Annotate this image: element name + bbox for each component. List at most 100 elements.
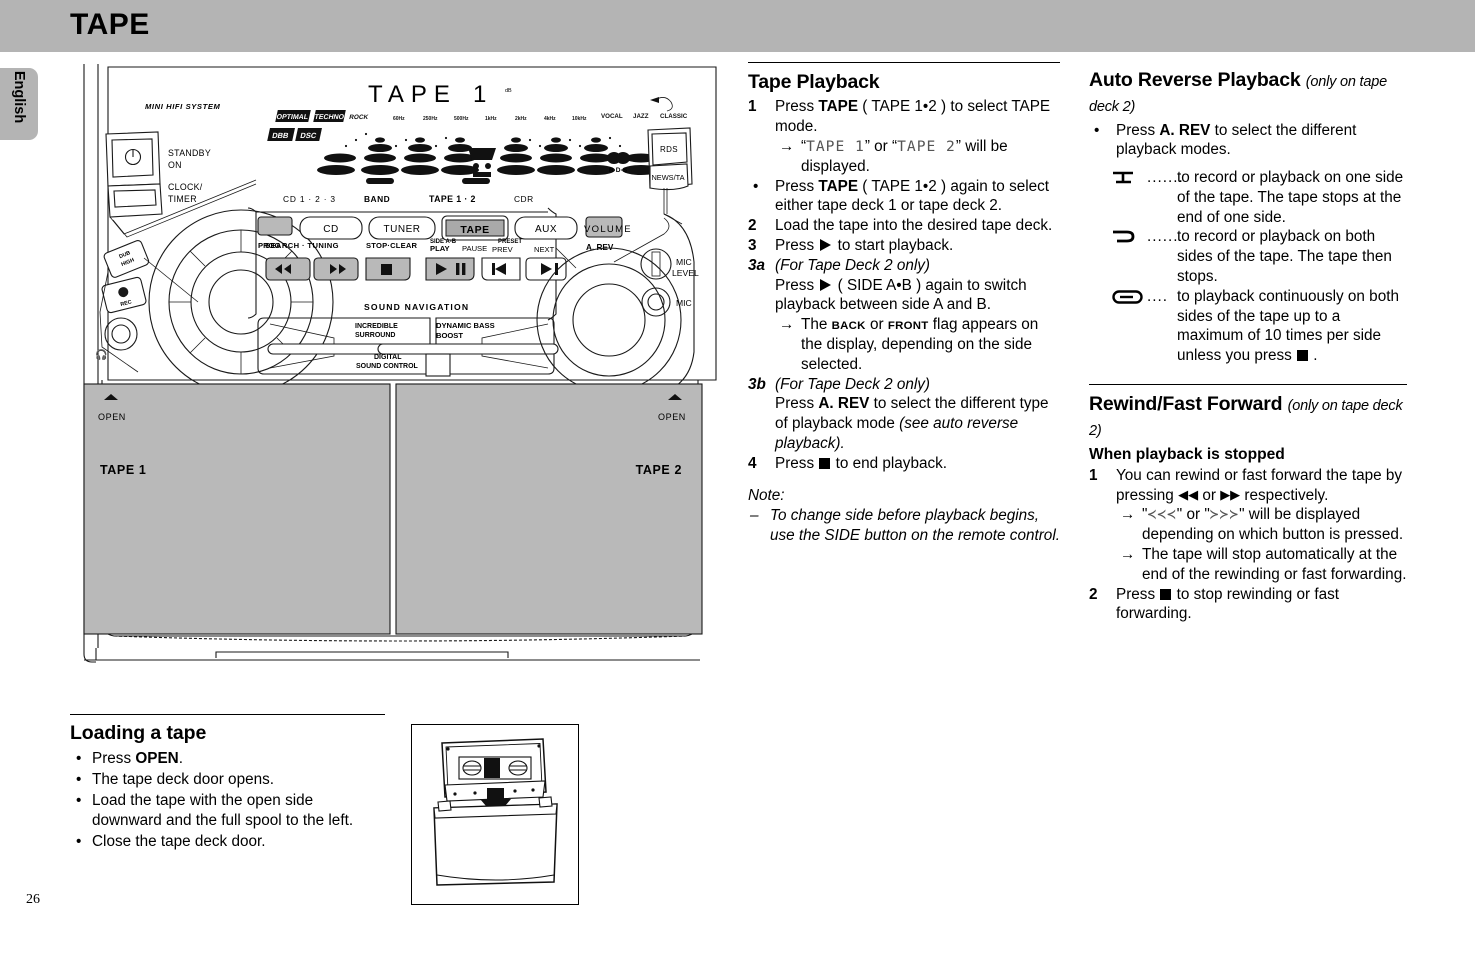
list-item: • Press OPEN. [70, 749, 385, 769]
step-text-pre: Press [1116, 121, 1160, 139]
lcd-display-text-2: TAPE 2 [897, 137, 956, 155]
stop-icon [1160, 588, 1172, 600]
svg-text:LEVEL: LEVEL [672, 268, 699, 278]
page-header-bar [0, 0, 1475, 52]
auto-reverse-title-main: Auto Reverse Playback [1089, 69, 1301, 91]
mode-text-pre: to playback continuously on both sides o… [1177, 287, 1399, 365]
item-text-pre: Press [92, 750, 136, 767]
step-text: Load the tape into the desired tape deck… [775, 217, 1053, 235]
svg-text:VOCAL: VOCAL [601, 113, 623, 120]
mode-text: to record or playback on both sides of t… [1177, 228, 1392, 286]
stop-icon [819, 457, 831, 469]
auto-reverse-mode-row: .... to playback continuously on both si… [1089, 287, 1407, 366]
rewind-subhead: When playback is stopped [1089, 445, 1285, 463]
stop-icon [1297, 350, 1309, 362]
svg-text:TAPE 2: TAPE 2 [636, 463, 682, 477]
play-icon [820, 238, 832, 251]
step-text-post: to start playback. [833, 236, 954, 254]
lcd-fast-forward-text: ≻≻≻ [1209, 506, 1240, 524]
language-tab: English [0, 68, 38, 140]
svg-text:MINI HIFI SYSTEM: MINI HIFI SYSTEM [145, 102, 220, 111]
svg-text:2kHz: 2kHz [515, 116, 527, 122]
step-1-result: → “TAPE 1” or “TAPE 2” will be displayed. [779, 137, 1060, 177]
step-3a-result: → The BACK or FRONT flag appears on the d… [779, 315, 1060, 374]
step-1-bullet: • Press TAPE ( TAPE 1•2 ) again to select… [748, 177, 1060, 217]
svg-text:ON: ON [168, 160, 182, 170]
step-marker: 1 [1089, 466, 1098, 484]
result-mid: or [865, 316, 888, 334]
auto-reverse-title: Auto Reverse Playback (only on tape deck… [1089, 68, 1407, 119]
loading-a-tape-section: Loading a tape • Press OPEN. • The tape de… [70, 714, 385, 852]
svg-text:PREV: PREV [492, 245, 514, 254]
note-block: Note: – To change side before playback be… [748, 486, 1060, 545]
step-3b-body: Press A. REV to select the different typ… [775, 394, 1060, 453]
bullet-icon: • [753, 177, 759, 195]
svg-text:60Hz: 60Hz [393, 116, 405, 122]
svg-text:CDR: CDR [514, 194, 534, 204]
rewind-steps: 1 You can rewind or fast forward the tape… [1089, 466, 1407, 624]
step-text-pre: Press [1116, 585, 1160, 603]
mid-text: ” or “ [864, 137, 898, 155]
step-text-bold: A. REV [818, 395, 870, 413]
svg-text:250Hz: 250Hz [423, 116, 438, 122]
section-divider [1089, 384, 1407, 386]
front-flag-label: FRONT [887, 320, 929, 333]
quote-2: " or " [1176, 506, 1210, 524]
bullet-icon: • [76, 791, 82, 809]
svg-text:4kHz: 4kHz [544, 116, 556, 122]
page-number: 26 [26, 892, 40, 907]
item-text-pre: The tape deck door opens. [92, 770, 274, 788]
svg-text:SOUND NAVIGATION: SOUND NAVIGATION [364, 302, 469, 312]
rewind-step-1-result-2: → The tape will stop automatically at the… [1120, 545, 1407, 585]
lcd-display-text-1: TAPE 1 [806, 137, 865, 155]
svg-text:500Hz: 500Hz [454, 116, 469, 122]
svg-text:INCREDIBLE: INCREDIBLE [355, 323, 398, 330]
mode-text: to record or playback on one side of the… [1177, 169, 1404, 226]
note-item: – To change side before playback begins, … [748, 506, 1060, 546]
back-flag-label: BACK [831, 320, 866, 333]
svg-text:TAPE 1 · 2: TAPE 1 · 2 [429, 194, 476, 204]
rewind-fast-forward-section: Rewind/Fast Forward (only on tape deck 2… [1089, 384, 1407, 624]
arrow-icon: → [1120, 506, 1136, 524]
page-title: TAPE [70, 8, 150, 41]
step-text-post: respectively. [1240, 486, 1329, 504]
bullet-icon: • [76, 770, 82, 788]
step-text-pre: Press [775, 454, 819, 472]
step-marker: 2 [748, 217, 757, 235]
list-item: • Load the tape with the open side downwa… [70, 791, 385, 831]
step-italic-head: (For Tape Deck 2 only) [775, 256, 931, 274]
svg-text:dB: dB [505, 88, 512, 94]
step-text-pre: Press [775, 276, 819, 294]
svg-text:TECHNO: TECHNO [314, 114, 345, 121]
bullet-icon: • [76, 832, 82, 850]
hifi-system-illustration: .ln{fill:none;stroke:#1a1a1a;stroke-widt… [78, 62, 723, 667]
svg-text:1: 1 [473, 81, 486, 108]
svg-text:CD: CD [323, 224, 338, 235]
step-marker: 4 [748, 454, 757, 472]
step-3a: 3a (For Tape Deck 2 only) Press ( SIDE A•… [748, 256, 1060, 375]
step-text-mid: or [1198, 486, 1221, 504]
leader-dots: ....... [1147, 169, 1184, 187]
svg-text:STANDBY: STANDBY [168, 148, 211, 158]
svg-text:DIGITAL: DIGITAL [374, 354, 402, 361]
svg-text:10kHz: 10kHz [572, 116, 587, 122]
svg-text:TAPE 1: TAPE 1 [100, 463, 146, 477]
item-text-pre: Load the tape with the open side downwar… [92, 791, 354, 829]
arrow-icon: → [779, 316, 795, 334]
svg-text:SURROUND: SURROUND [355, 332, 395, 339]
rewind-step-1: 1 You can rewind or fast forward the tape… [1089, 466, 1407, 585]
step-marker: 2 [1089, 585, 1098, 603]
step-text-pre: Press [775, 177, 819, 195]
step-text-pre: Press [775, 236, 819, 254]
rewind-title-main: Rewind/Fast Forward [1089, 393, 1283, 416]
svg-text:TIMER: TIMER [168, 194, 197, 204]
svg-text:DBB: DBB [271, 131, 290, 140]
auto-reverse-bullet: • Press A. REV to select the different pl… [1089, 121, 1407, 161]
rewind-step-1-result-1: → "≺≺≺" or "≻≻≻" will be displayed depend… [1120, 505, 1407, 545]
svg-text:RDS: RDS [660, 145, 678, 154]
note-label: Note: [748, 487, 785, 505]
svg-text:R·D·S: R·D·S [609, 167, 628, 174]
cassette-loading-illustration: .c{fill:#fff;stroke:#111;stroke-width:1.… [411, 724, 579, 905]
svg-text:TUNER: TUNER [384, 224, 421, 235]
step-marker: 3a [748, 256, 766, 274]
